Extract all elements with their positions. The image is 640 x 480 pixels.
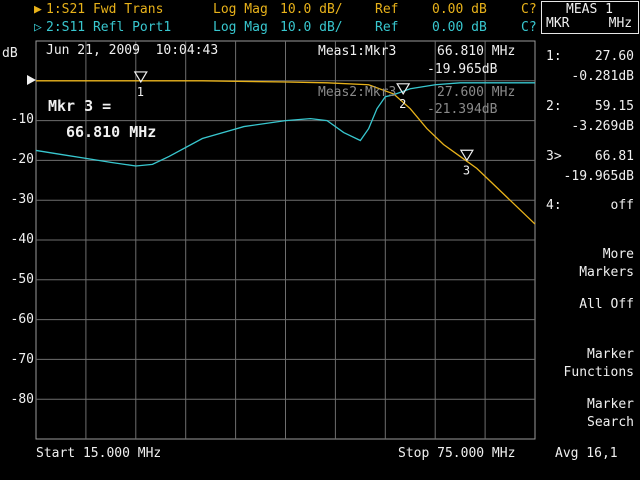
marker-readout-freq: off xyxy=(610,198,634,213)
trace-plot[interactable]: 1 2 3 xyxy=(0,0,640,480)
y-tick-label: -50 xyxy=(10,272,34,287)
marker-readout-id: 3> xyxy=(546,149,562,164)
marker-readout-id: 4: xyxy=(546,198,562,213)
softkey-all-off[interactable]: All Off xyxy=(579,296,634,314)
marker-readout-id: 1: xyxy=(546,49,562,64)
marker-1-label: 1 xyxy=(137,85,144,99)
y-tick-label: -80 xyxy=(10,392,34,407)
averaging-status: Avg 16,1 xyxy=(555,446,618,461)
y-tick-label: -10 xyxy=(10,112,34,127)
softkey-line: More xyxy=(602,247,634,262)
y-tick-label: -70 xyxy=(10,352,34,367)
marker-callout-line2: 66.810 MHz xyxy=(66,123,157,141)
y-tick-label: -40 xyxy=(10,232,34,247)
marker-2-label: 2 xyxy=(399,97,406,111)
meas2-value: -21.394dB xyxy=(427,102,498,117)
marker-readout-freq: 27.60 xyxy=(594,49,634,64)
softkey-line: Marker xyxy=(587,397,634,412)
panel-title: MEAS 1 xyxy=(566,2,613,17)
panel-subtitle: MKR MHz xyxy=(546,16,633,31)
marker-readout-value: -0.281dB xyxy=(571,69,634,84)
marker-readout-id: 2: xyxy=(546,99,562,114)
y-tick-label: -60 xyxy=(10,312,34,327)
softkey-line: Marker xyxy=(587,347,634,362)
start-frequency[interactable]: Start 15.000 MHz xyxy=(36,447,161,461)
ref-level-arrow xyxy=(27,75,36,85)
meas2-freq: 27.600 MHz xyxy=(437,85,516,100)
marker-callout-line1: Mkr 3 = xyxy=(48,97,112,115)
meas1-value: -19.965dB xyxy=(427,62,498,77)
y-tick-label: -20 xyxy=(10,152,34,167)
timestamp: Jun 21, 2009 10:04:43 xyxy=(46,43,219,58)
softkey-line: Functions xyxy=(563,365,634,380)
softkey-more-markers[interactable]: More Markers xyxy=(579,246,634,282)
marker-readout-freq: 59.15 xyxy=(594,99,634,114)
meas1-freq: 66.810 MHz xyxy=(437,44,516,59)
softkey-line: Markers xyxy=(579,265,634,280)
meas2-label: Meas2:Mkr3 xyxy=(318,85,397,100)
softkey-marker-functions[interactable]: Marker Functions xyxy=(564,346,634,382)
y-tick-label: -30 xyxy=(10,192,34,207)
stop-frequency[interactable]: Stop 75.000 MHz xyxy=(398,447,515,461)
meas1-label: Meas1:Mkr3 xyxy=(318,44,397,59)
marker-readout-value: -19.965dB xyxy=(563,169,634,184)
softkey-line: All Off xyxy=(579,297,634,312)
marker-readout-freq: 66.81 xyxy=(594,149,634,164)
softkey-line: Search xyxy=(587,415,634,430)
marker-readout-value: -3.269dB xyxy=(571,119,634,134)
softkey-marker-search[interactable]: Marker Search xyxy=(587,396,634,432)
y-unit-label: dB xyxy=(2,46,18,61)
marker-3-label: 3 xyxy=(463,163,470,177)
